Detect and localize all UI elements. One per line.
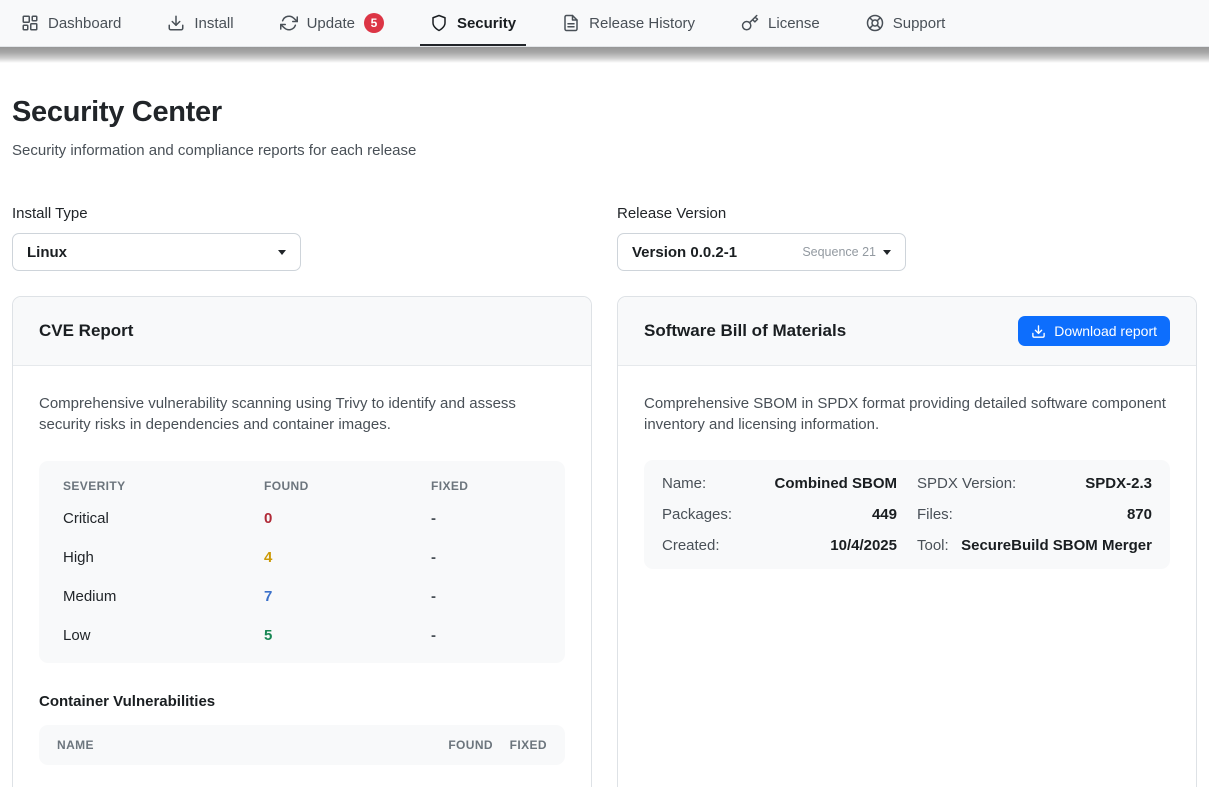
sbom-files-label: Files: [917,506,953,523]
nav-label: License [768,15,820,32]
filters-row: Install Type Linux Release Version Versi… [12,205,1197,271]
found-count: 4 [264,549,431,566]
table-row: High 4 - [39,538,565,577]
cve-card-header: CVE Report [13,297,591,366]
nav-item-license[interactable]: License [737,0,824,46]
release-version-value: Version 0.0.2-1 [632,244,802,261]
nav-item-support[interactable]: Support [862,0,950,46]
cve-card-title: CVE Report [39,321,133,341]
nav-item-update[interactable]: Update 5 [276,0,388,46]
nav-item-dashboard[interactable]: Dashboard [17,0,125,46]
install-type-label: Install Type [12,205,592,222]
list-item: Created: 10/4/2025 [662,537,897,554]
fixed-count: - [431,510,541,527]
severity-name: High [63,549,264,566]
report-cards-row: CVE Report Comprehensive vulnerability s… [12,296,1197,787]
nav-item-install[interactable]: Install [163,0,237,46]
fixed-count: - [431,627,541,644]
sbom-spdx-version-value: SPDX-2.3 [1085,475,1152,492]
page-subtitle: Security information and compliance repo… [12,142,1197,159]
key-icon [741,14,759,32]
fixed-column-header: FIXED [431,479,541,493]
sbom-name-value: Combined SBOM [775,475,898,492]
cve-report-card: CVE Report Comprehensive vulnerability s… [12,296,592,787]
lifebuoy-icon [866,14,884,32]
nav-label: Update [307,15,355,32]
page-title: Security Center [12,96,1197,129]
shield-icon [430,14,448,32]
nav-label: Dashboard [48,15,121,32]
name-column-header: NAME [57,738,431,752]
sbom-card: Software Bill of Materials Download repo… [617,296,1197,787]
nav-label: Security [457,15,516,32]
sbom-packages-value: 449 [872,506,897,523]
sbom-card-body: Comprehensive SBOM in SPDX format provid… [618,366,1196,596]
sbom-card-title: Software Bill of Materials [644,321,846,341]
download-icon [167,14,185,32]
cve-card-body: Comprehensive vulnerability scanning usi… [13,366,591,787]
main-content: Security Center Security information and… [0,63,1209,787]
list-item: Files: 870 [917,506,1152,523]
table-row: Medium 7 - [39,577,565,616]
severity-table-header: SEVERITY FOUND FIXED [39,467,565,499]
release-version-select[interactable]: Version 0.0.2-1 Sequence 21 [617,233,906,271]
nav-label: Install [194,15,233,32]
list-item: Tool: SecureBuild SBOM Merger [917,537,1152,554]
install-type-value: Linux [27,244,278,261]
found-column-header: FOUND [264,479,431,493]
sbom-packages-label: Packages: [662,506,732,523]
download-report-button[interactable]: Download report [1018,316,1170,346]
top-nav: Dashboard Install Update 5 Security [0,0,1209,47]
severity-column-header: SEVERITY [63,479,264,493]
found-count: 5 [264,627,431,644]
download-icon [1031,324,1046,339]
nav-label: Support [893,15,946,32]
chevron-down-icon [883,250,891,255]
release-sequence-label: Sequence 21 [802,245,876,259]
sbom-description: Comprehensive SBOM in SPDX format provid… [644,393,1170,435]
found-count: 0 [264,510,431,527]
container-vulnerabilities-title: Container Vulnerabilities [39,693,565,710]
table-row: Critical 0 - [39,499,565,538]
fixed-count: - [431,588,541,605]
table-row: Low 5 - [39,616,565,655]
sbom-tool-value: SecureBuild SBOM Merger [961,537,1152,554]
nav-scroll-shadow [0,47,1209,63]
nav-label: Release History [589,15,695,32]
fixed-count: - [431,549,541,566]
sbom-name-label: Name: [662,475,706,492]
sbom-tool-label: Tool: [917,537,949,554]
sbom-created-label: Created: [662,537,720,554]
sbom-card-header: Software Bill of Materials Download repo… [618,297,1196,366]
nav-item-security[interactable]: Security [426,0,520,46]
refresh-icon [280,14,298,32]
severity-name: Medium [63,588,264,605]
nav-item-release-history[interactable]: Release History [558,0,699,46]
container-vulnerabilities-table-header: NAME FOUND FIXED [39,725,565,765]
install-type-select[interactable]: Linux [12,233,301,271]
severity-name: Critical [63,510,264,527]
dashboard-grid-icon [21,14,39,32]
document-icon [562,14,580,32]
severity-table: SEVERITY FOUND FIXED Critical 0 - High 4… [39,461,565,663]
fixed-column-header: FIXED [493,738,547,752]
release-version-label: Release Version [617,205,1197,222]
download-report-label: Download report [1054,323,1157,339]
list-item: Packages: 449 [662,506,897,523]
sbom-info-grid: Name: Combined SBOM SPDX Version: SPDX-2… [644,460,1170,569]
chevron-down-icon [278,250,286,255]
cve-description: Comprehensive vulnerability scanning usi… [39,393,565,435]
severity-name: Low [63,627,264,644]
update-count-badge: 5 [364,13,384,33]
sbom-created-value: 10/4/2025 [830,537,897,554]
release-version-filter: Release Version Version 0.0.2-1 Sequence… [617,205,1197,271]
found-column-header: FOUND [431,738,493,752]
list-item: SPDX Version: SPDX-2.3 [917,475,1152,492]
install-type-filter: Install Type Linux [12,205,592,271]
sbom-files-value: 870 [1127,506,1152,523]
found-count: 7 [264,588,431,605]
list-item: Name: Combined SBOM [662,475,897,492]
sbom-spdx-version-label: SPDX Version: [917,475,1016,492]
